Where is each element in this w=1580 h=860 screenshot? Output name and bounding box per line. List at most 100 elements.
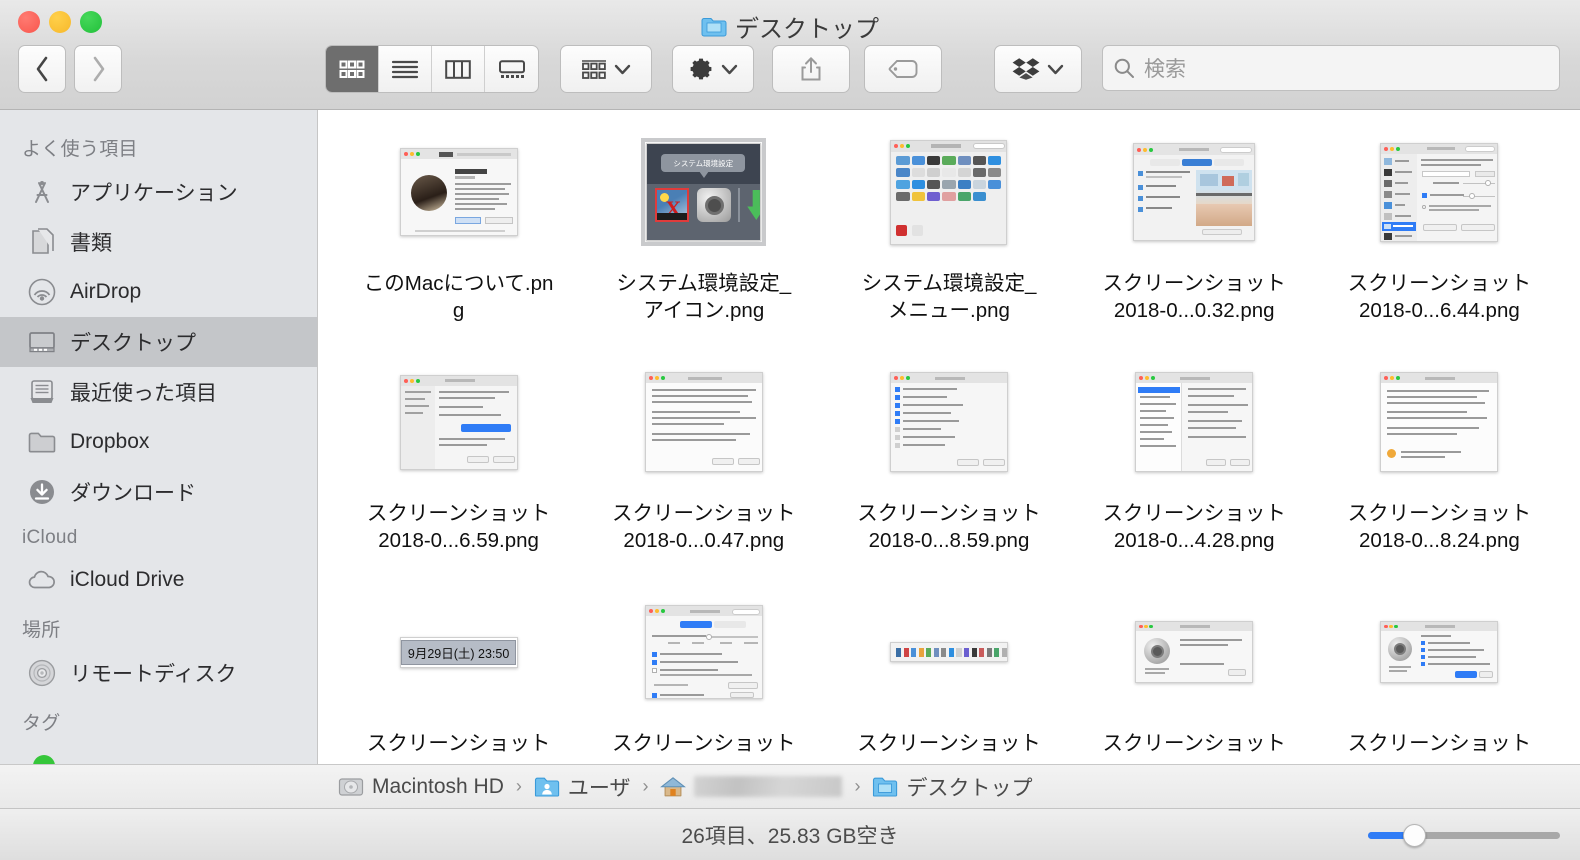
downloads-icon <box>27 477 57 507</box>
home-icon <box>660 776 687 796</box>
thumbnail-menubar-strip <box>889 642 1008 662</box>
file-name: スクリーンショット 2018-0...0.32.png <box>1102 272 1286 323</box>
file-name: スクリーンショット 2018-0...6.44.png <box>1347 272 1532 323</box>
breadcrumb-home[interactable] <box>660 776 843 798</box>
zoom-slider[interactable] <box>1368 823 1560 847</box>
file-grid-area[interactable]: このMacについて.png システム環境設定 X システム環境設定_アイコン.p… <box>318 110 1580 764</box>
thumbnail-alert-dialog-2 <box>1380 621 1499 683</box>
share-button[interactable] <box>772 45 850 93</box>
harddisk-icon <box>338 777 364 796</box>
file-label: スクリーンショット 2018-0...0.32.png <box>1097 270 1292 324</box>
file-item[interactable]: スクリーンショット 2018-0...8.59.png <box>826 362 1071 592</box>
search-icon <box>1114 58 1134 78</box>
action-menu-button[interactable] <box>672 45 754 93</box>
file-item[interactable]: スクリーンショット 2018-0...0.32.png <box>1072 132 1317 362</box>
thumbnail-doc-window <box>644 372 763 472</box>
file-label: スクリーンショット 2018-0...4.28.png <box>1097 500 1292 554</box>
file-item[interactable]: 9月29日(土) 23:50 スクリーンショット <box>336 592 581 764</box>
file-label: スクリーンショット 2018-0...8.24.png <box>1342 500 1537 554</box>
navigation-buttons <box>18 45 122 93</box>
sidebar-item-remote-disc[interactable]: リモートディスク <box>0 648 317 698</box>
file-item[interactable]: このMacについて.png <box>336 132 581 362</box>
thumbnail-dock-tooltip: システム環境設定 X <box>641 138 767 246</box>
folder-icon <box>27 427 57 457</box>
sidebar-section-header-locations: 場所 <box>22 620 61 641</box>
file-name: スクリーンショット 2018-0...4.28.png <box>1102 502 1286 553</box>
sidebar-item-recents[interactable]: 最近使った項目 <box>0 367 317 417</box>
search-field[interactable]: 検索 <box>1102 45 1560 91</box>
file-name: このMacについて.png <box>363 272 554 323</box>
toolbar-controls: 検索 <box>0 45 1580 99</box>
breadcrumb-desktop[interactable]: デスクトップ <box>872 772 1032 802</box>
gallery-view-button[interactable] <box>485 46 538 92</box>
file-item[interactable]: スクリーンショット 2018-0...6.59.png <box>336 362 581 592</box>
file-label: システム環境設定_メニュー.png <box>851 270 1046 324</box>
chevron-down-icon <box>721 64 738 74</box>
file-label: スクリーンショット <box>1348 730 1531 757</box>
file-name: スクリーンショット <box>1347 732 1532 755</box>
sidebar-item-label: 最近使った項目 <box>70 382 217 405</box>
file-item[interactable]: スクリーンショット 2018-0...6.44.png <box>1317 132 1562 362</box>
thumbnail-wrap <box>1317 362 1562 482</box>
thumbnail-wrap: システム環境設定 X <box>581 132 826 252</box>
sidebar-item-dropbox[interactable]: Dropbox <box>0 417 317 467</box>
file-name: スクリーンショット 2018-0...6.59.png <box>366 502 551 553</box>
thumbnail-wrap: 9月29日(土) 23:50 <box>336 592 581 712</box>
chevron-down-icon <box>614 64 631 74</box>
breadcrumb-macintosh-hd[interactable]: Macintosh HD <box>338 775 504 799</box>
airdrop-icon <box>27 277 57 307</box>
file-item[interactable]: スクリーンショット 2018-0...8.24.png <box>1317 362 1562 592</box>
finder-window: デスクトップ 検索 よく使う項目 アプリケーション 書類 AirDrop デスク… <box>0 0 1580 860</box>
icon-view-button[interactable] <box>326 46 379 92</box>
file-item[interactable]: システム環境設定_メニュー.png <box>826 132 1071 362</box>
thumbnail-wrap <box>826 362 1071 482</box>
back-button[interactable] <box>18 45 66 93</box>
file-label: このMacについて.png <box>361 270 556 324</box>
thumbnail-wrap <box>1072 132 1317 252</box>
file-item[interactable]: スクリーンショット <box>826 592 1071 764</box>
sidebar-item-applications[interactable]: アプリケーション <box>0 167 317 217</box>
sidebar-item-label: リモートディスク <box>70 663 237 686</box>
file-item[interactable]: スクリーンショット 2018-0...0.47.png <box>581 362 826 592</box>
path-bar: Macintosh HD › ユーザ › › デスクトップ <box>0 764 1580 808</box>
file-name: システム環境設定_メニュー.png <box>861 272 1037 323</box>
sidebar-item-documents[interactable]: 書類 <box>0 217 317 267</box>
desktop-icon <box>27 327 57 357</box>
thumbnail-clock-badge: 9月29日(土) 23:50 <box>399 636 518 668</box>
file-label: スクリーンショット 2018-0...0.47.png <box>606 500 801 554</box>
forward-button[interactable] <box>74 45 122 93</box>
thumbnail-wrap <box>581 362 826 482</box>
file-item[interactable]: システム環境設定 X システム環境設定_アイコン.png <box>581 132 826 362</box>
dropbox-button[interactable] <box>994 45 1082 93</box>
file-label: スクリーンショット 2018-0...6.59.png <box>361 500 556 554</box>
breadcrumb-users[interactable]: ユーザ <box>534 772 630 802</box>
slider-knob[interactable] <box>1402 823 1426 847</box>
file-item[interactable]: スクリーンショット <box>581 592 826 764</box>
list-view-button[interactable] <box>379 46 432 92</box>
folder-icon <box>701 16 727 37</box>
file-name: スクリーンショット 2018-0...8.59.png <box>857 502 1041 553</box>
sidebar-item-label: アプリケーション <box>70 182 238 205</box>
file-label: スクリーンショット <box>857 730 1040 757</box>
sidebar-item-green-tag[interactable] <box>0 741 317 764</box>
file-label: スクリーンショット <box>367 730 550 757</box>
sidebar-item-desktop[interactable]: デスクトップ <box>0 317 317 367</box>
column-view-button[interactable] <box>432 46 485 92</box>
thumbnail-prefs-sidebar-list <box>1135 372 1254 472</box>
sidebar-item-icloud-drive[interactable]: iCloud Drive <box>0 555 317 605</box>
sidebar-item-airdrop[interactable]: AirDrop <box>0 267 317 317</box>
arrange-button[interactable] <box>560 45 652 93</box>
sidebar-item-downloads[interactable]: ダウンロード <box>0 467 317 517</box>
file-item[interactable]: スクリーンショット <box>1317 592 1562 764</box>
file-label: スクリーンショット 2018-0...6.44.png <box>1342 270 1537 324</box>
gear-icon <box>690 58 712 80</box>
view-mode-segmented-control <box>325 45 539 93</box>
breadcrumb-label: デスクトップ <box>906 776 1033 800</box>
file-item[interactable]: スクリーンショット <box>1072 592 1317 764</box>
thumbnail-prefs-form <box>399 374 518 470</box>
tag-button[interactable] <box>864 45 942 93</box>
clock-badge-text: 9月29日(土) 23:50 <box>400 639 517 665</box>
status-text: 26項目、25.83 GB空き <box>681 824 899 848</box>
chevron-down-icon <box>1047 64 1064 74</box>
file-item[interactable]: スクリーンショット 2018-0...4.28.png <box>1072 362 1317 592</box>
